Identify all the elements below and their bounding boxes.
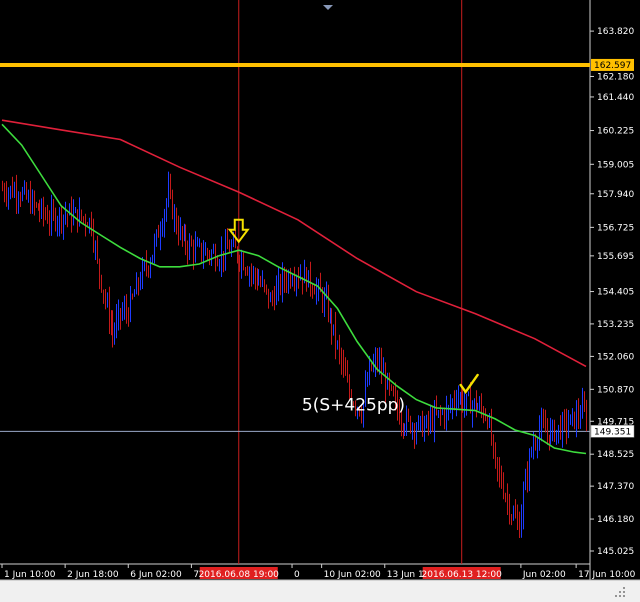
current-price-label: 149.351 [594, 427, 631, 437]
price-tick-label: 154.405 [597, 288, 634, 298]
price-tick-label: 153.235 [597, 320, 634, 330]
level-price-label: 162.597 [594, 61, 631, 71]
time-tick-label: 10 Jun 02:00 [324, 570, 381, 580]
time-tick-label: 17 Jun 10:00 [578, 570, 635, 580]
price-tick-label: 148.525 [597, 450, 634, 460]
price-tick-label: 160.225 [597, 127, 634, 137]
highlighted-time-label: 2016.06.08 19:00 [199, 570, 280, 580]
price-tick-label: 155.695 [597, 252, 634, 262]
trade-annotation: 5(S+425pp) [302, 396, 405, 416]
price-tick-label: 157.940 [597, 190, 634, 200]
time-tick-label: 0 [294, 570, 300, 580]
price-tick-label: 145.025 [597, 547, 634, 557]
price-tick-label: 150.870 [597, 385, 634, 395]
time-tick-label: 2 Jun 18:00 [67, 570, 119, 580]
price-tick-label: 156.725 [597, 223, 634, 233]
status-strip [0, 580, 640, 602]
price-tick-label: 146.180 [597, 515, 634, 525]
price-tick-label: 162.180 [597, 72, 634, 82]
highlighted-time-label: 2016.06.13 12:00 [422, 570, 503, 580]
price-tick-label: 147.370 [597, 482, 634, 492]
time-tick-label: 6 Jun 02:00 [130, 570, 182, 580]
time-tick-label: Jun 02:00 [522, 570, 566, 580]
price-tick-label: 161.440 [597, 93, 634, 103]
price-tick-label: 163.820 [597, 27, 634, 37]
time-tick-label: 1 Jun 10:00 [4, 570, 56, 580]
chart-background [0, 0, 640, 602]
price-chart[interactable]: 163.820 162.180 161.440 160.225 159.005 157.9… [0, 0, 640, 602]
price-tick-label: 152.060 [597, 352, 634, 362]
price-tick-label: 159.005 [597, 160, 634, 170]
